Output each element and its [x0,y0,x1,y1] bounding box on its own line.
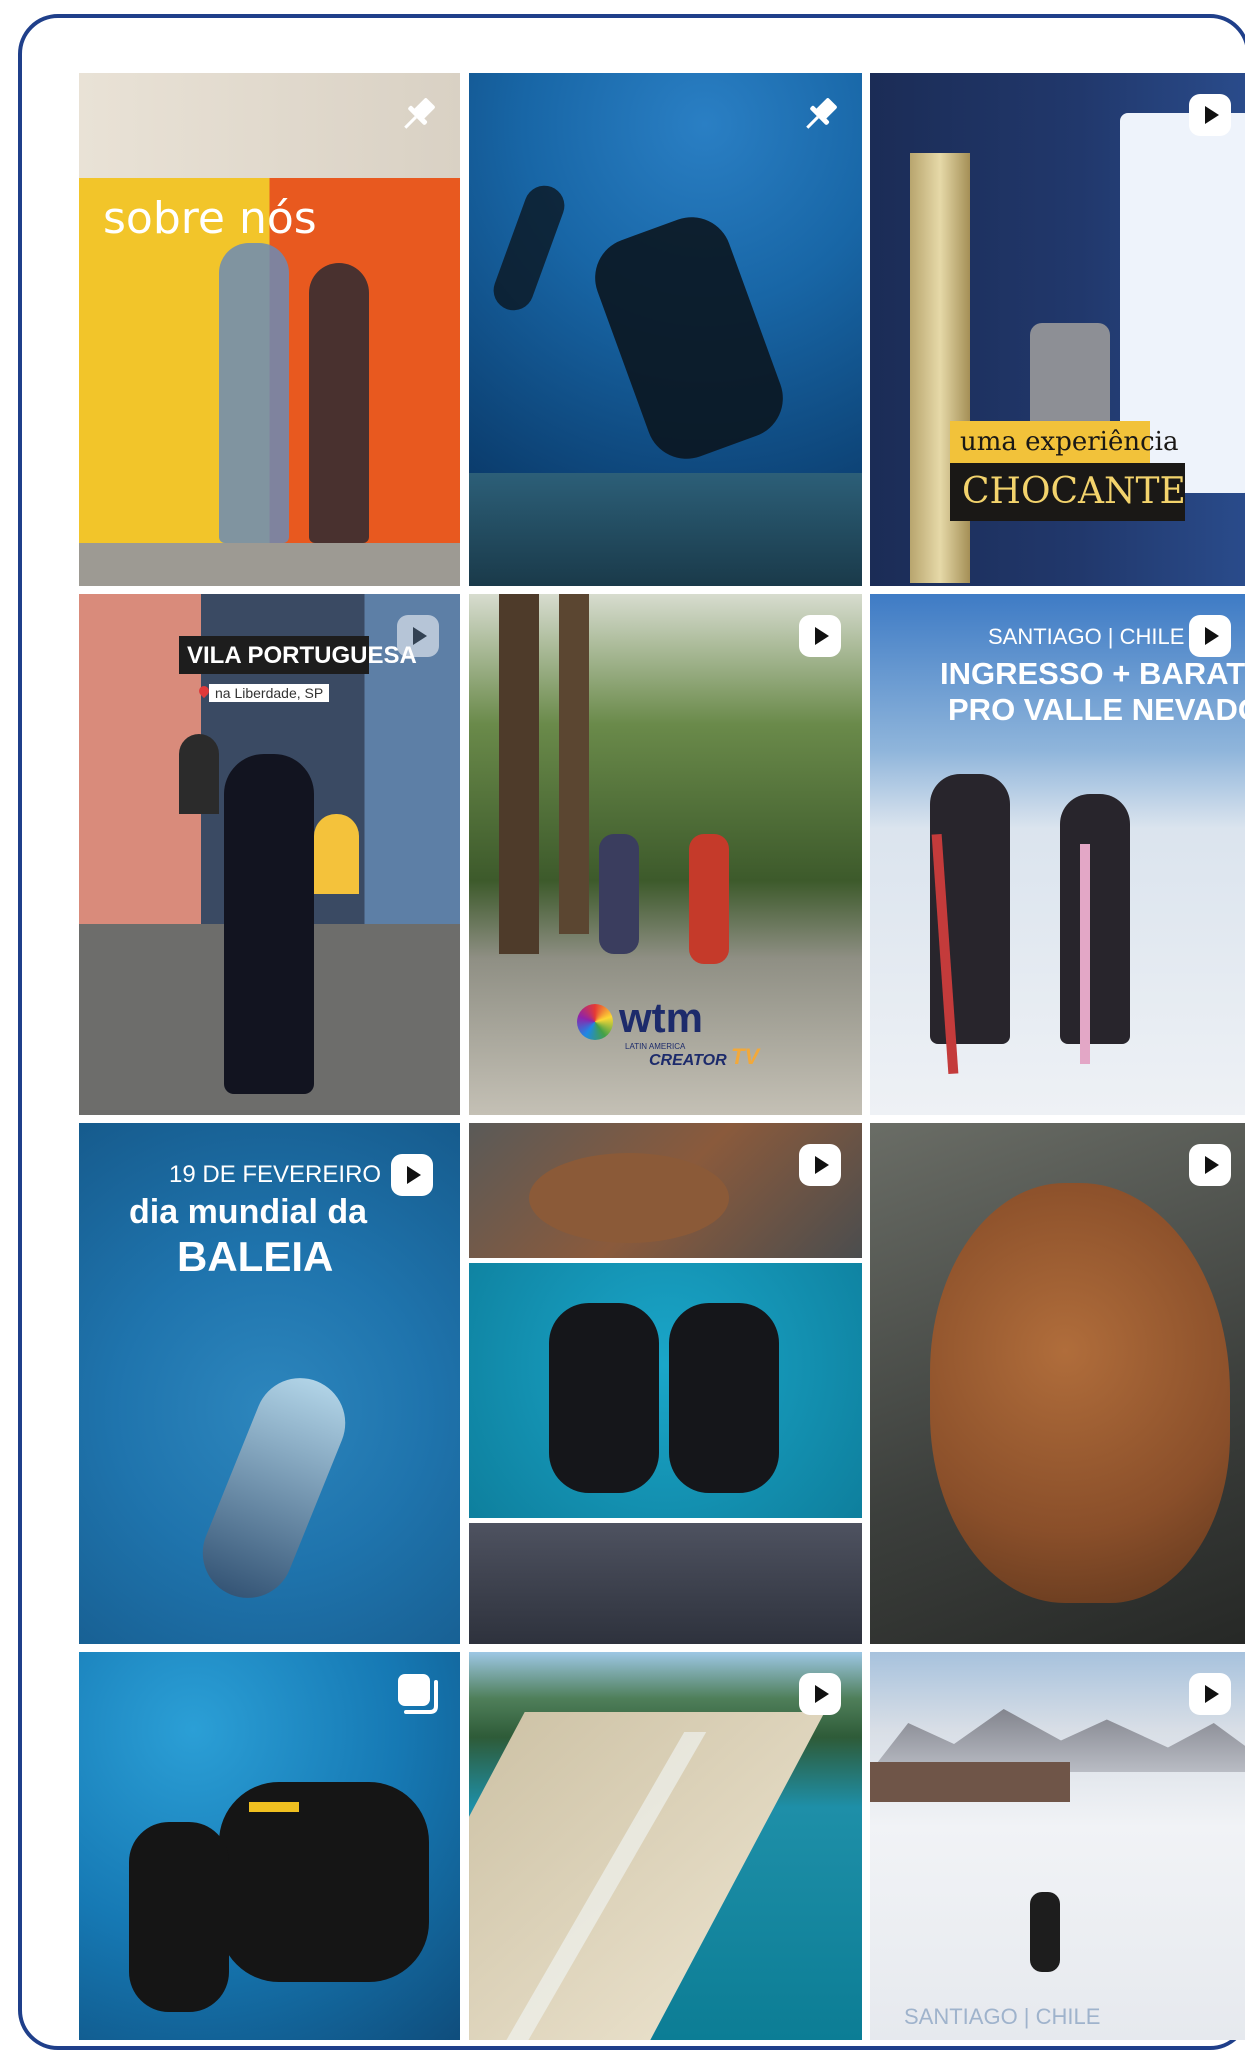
person-figure [224,754,314,1094]
door-shape [314,814,359,894]
caption-line-1: uma experiência [960,427,1179,457]
wtm-logo-tv: TV [731,1044,760,1069]
post-tile-wtm-palms[interactable]: wtm LATIN AMERICA CREATOR TV [469,594,862,1115]
diver-figure [669,1303,779,1493]
person-figure [309,263,369,543]
octopus-shape [529,1153,729,1243]
post-tile-valle-nevado[interactable]: SANTIAGO | CHILE INGRESSO + BARATO PRO V… [870,594,1245,1115]
post-tile-diver-selfie[interactable] [79,1652,460,2040]
diver-figure [129,1822,229,2012]
wtm-logo-text: wtm [619,994,703,1041]
reel-play-icon [1186,1141,1234,1189]
mask-strap [249,1802,299,1812]
person-figure [689,834,729,964]
reel-play-icon [1186,1670,1234,1718]
skier-figure [1030,1892,1060,1972]
wtm-logo-icon [577,1004,613,1040]
wtm-logo-sub: LATIN AMERICA [625,1042,686,1051]
person-figure [599,834,639,954]
post-headline-2: PRO VALLE NEVADO [948,692,1245,727]
post-kicker: 19 DE FEVEREIRO [169,1161,382,1188]
post-title: sobre nós [103,193,317,244]
person-figure [1060,794,1130,1044]
reel-play-icon [796,1141,844,1189]
caption-line-2: CHOCANTE [962,471,1186,512]
caption-box: uma experiência CHOCANTE [950,421,1186,521]
post-tile-vila-portuguesa[interactable]: VILA PORTUGUESA na Liberdade, SP [79,594,460,1115]
reel-play-icon [796,612,844,660]
carousel-icon [394,1670,442,1718]
octopus-shape [930,1183,1230,1603]
reel-play-icon [388,1151,436,1199]
palm-trunk [499,594,539,954]
post-headline-1: dia mundial da [129,1193,368,1231]
post-tile-dia-da-baleia[interactable]: 19 DE FEVEREIRO dia mundial da BALEIA [79,1123,460,1644]
post-tile-sobre-nos[interactable]: sobre nós [79,73,460,586]
post-tile-chocante[interactable]: uma experiência CHOCANTE [870,73,1245,586]
post-tile-diving[interactable] [469,73,862,586]
buildings [870,1762,1070,1802]
wtm-logo-creator: CREATOR [649,1052,727,1069]
post-caption: SANTIAGO | CHILE [904,2004,1101,2029]
person-figure [219,243,289,543]
post-tile-octopus[interactable] [870,1123,1245,1644]
post-kicker: SANTIAGO | CHILE [988,624,1185,649]
reel-play-icon [796,1670,844,1718]
post-title: VILA PORTUGUESA [187,642,417,669]
ski [1080,844,1090,1064]
post-location: na Liberdade, SP [209,684,330,702]
post-headline-2: BALEIA [177,1233,334,1280]
window-shape [179,734,219,814]
reel-play-icon [1186,91,1234,139]
post-tile-octopus-divers[interactable] [469,1123,862,1644]
post-grid: sobre nós uma experiência CHOCANTE VILA … [79,73,1245,2040]
diver-figure [219,1782,429,1982]
diver-figure [549,1303,659,1493]
pin-icon [796,91,844,139]
post-headline-1: INGRESSO + BARATO [940,656,1245,691]
palm-trunk [559,594,589,934]
profile-grid-card: sobre nós uma experiência CHOCANTE VILA … [18,14,1245,2050]
pin-icon [394,91,442,139]
reel-play-icon [394,612,442,660]
post-tile-santiago-ski[interactable]: SANTIAGO | CHILE [870,1652,1245,2040]
reel-play-icon [1186,612,1234,660]
post-tile-beach-aerial[interactable] [469,1652,862,2040]
